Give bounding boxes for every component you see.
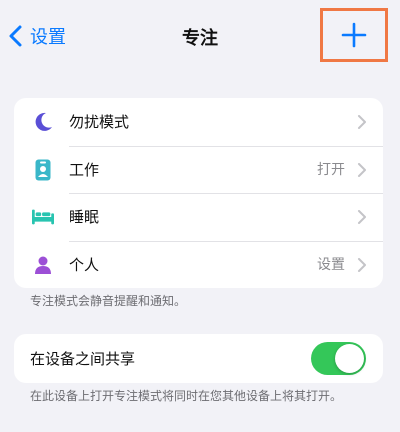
bed-icon bbox=[32, 205, 54, 229]
chevron-right-icon bbox=[358, 257, 366, 272]
focus-item-value: 打开 bbox=[317, 162, 345, 179]
focus-item-sleep[interactable]: 睡眠 bbox=[14, 193, 383, 241]
focus-item-do-not-disturb[interactable]: 勿扰模式 bbox=[14, 98, 383, 146]
focus-item-label: 工作 bbox=[69, 160, 100, 179]
focus-item-personal[interactable]: 个人 设置 bbox=[14, 240, 383, 289]
share-label: 在设备之间共享 bbox=[30, 350, 136, 368]
id-badge-icon bbox=[32, 158, 54, 182]
focus-footer-note: 专注模式会静音提醒和通知。 bbox=[30, 294, 187, 308]
add-focus-button[interactable] bbox=[320, 8, 388, 62]
navigation-bar: 设置 专注 bbox=[0, 0, 400, 72]
focus-item-value: 设置 bbox=[317, 257, 345, 274]
chevron-right-icon bbox=[358, 162, 366, 177]
share-toggle[interactable] bbox=[311, 342, 366, 375]
focus-item-label: 勿扰模式 bbox=[69, 113, 130, 132]
focus-mode-list: 勿扰模式 工作 打开 睡眠 个人 设置 bbox=[14, 98, 383, 288]
focus-item-label: 睡眠 bbox=[69, 208, 100, 227]
chevron-right-icon bbox=[358, 210, 366, 224]
plus-icon bbox=[341, 22, 367, 48]
person-icon bbox=[32, 253, 54, 277]
focus-item-work[interactable]: 工作 打开 bbox=[14, 145, 383, 194]
share-footer-note: 在此设备上打开专注模式将同时在您其他设备上将其打开。 bbox=[30, 389, 343, 403]
share-across-devices-row: 在设备之间共享 bbox=[14, 334, 383, 383]
chevron-right-icon bbox=[358, 115, 366, 129]
focus-item-label: 个人 bbox=[69, 255, 100, 274]
moon-icon bbox=[32, 110, 54, 134]
toggle-knob bbox=[335, 344, 364, 373]
